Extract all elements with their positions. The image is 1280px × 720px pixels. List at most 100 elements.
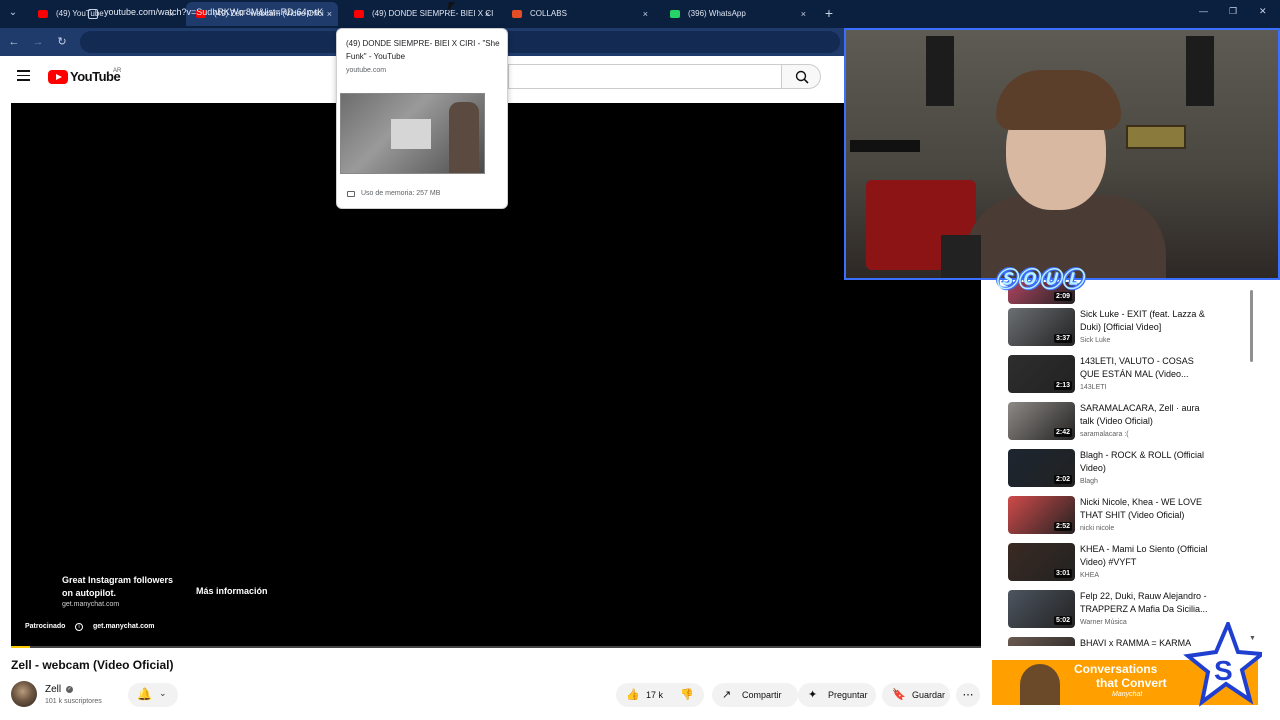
- ad-headline[interactable]: Great Instagram followers on autopilot.: [62, 574, 182, 600]
- close-tab-icon[interactable]: ×: [801, 2, 806, 26]
- bookmark-icon: 🔖: [892, 689, 906, 701]
- subscription-bell-button[interactable]: 🔔 ⌄: [128, 683, 178, 707]
- recommendation-channel[interactable]: KHEA: [1080, 572, 1099, 579]
- recommendation-channel[interactable]: 143LETI: [1080, 384, 1106, 391]
- close-tab-icon[interactable]: ×: [643, 2, 648, 26]
- svg-text:S: S: [1214, 655, 1233, 686]
- recommendation-channel[interactable]: Warner Música: [1080, 619, 1127, 626]
- save-button[interactable]: 🔖 Guardar: [882, 683, 950, 707]
- recommendation-channel[interactable]: Blagh: [1080, 478, 1098, 485]
- url-text[interactable]: youtube.com/watch?v=SudhRKWcr8M&list=RD-…: [104, 7, 323, 17]
- recommendation-channel[interactable]: nicki nicole: [1080, 525, 1114, 532]
- recommendation-item[interactable]: 2:02 Blagh - ROCK & ROLL (Official Video)…: [1006, 449, 1252, 489]
- recommendation-item[interactable]: 2:52 Nicki Nicole, Khea - WE LOVE THAT SH…: [1006, 496, 1252, 536]
- search-icon: [795, 70, 809, 84]
- channel-avatar[interactable]: [11, 681, 37, 707]
- back-arrow-icon[interactable]: ←: [6, 34, 22, 50]
- video-title: Zell - webcam (Video Oficial): [11, 658, 174, 672]
- search-button[interactable]: [781, 64, 821, 89]
- webcam-overlay: [844, 28, 1280, 280]
- recommendation-title[interactable]: SARAMALACARA, Zell · aura talk (Video Of…: [1080, 402, 1212, 428]
- streamer-hair: [996, 70, 1121, 130]
- thumbs-down-icon[interactable]: 👎: [680, 683, 694, 707]
- recommendations-list: 2:09 3:37 Sick Luke - EXIT (feat. Lazza & …: [1006, 282, 1252, 646]
- video-thumbnail[interactable]: 2:13: [1008, 355, 1075, 393]
- more-actions-icon[interactable]: ⋯: [956, 683, 980, 707]
- hamburger-menu-icon[interactable]: [17, 70, 30, 81]
- ad-sponsored-label: Patrocinado: [25, 623, 66, 630]
- thumbs-up-icon[interactable]: 👍: [626, 683, 640, 707]
- maximize-icon[interactable]: ❐: [1229, 6, 1237, 17]
- star-logo-icon: S: [1183, 622, 1262, 707]
- youtube-favicon-icon: [38, 10, 48, 18]
- verified-badge-icon: ✓: [66, 686, 73, 693]
- preview-figure: [449, 102, 479, 173]
- recommendation-title[interactable]: 143LETI, VALUTO - COSAS QUE ESTÁN MAL (V…: [1080, 355, 1212, 381]
- hover-card-domain: youtube.com: [346, 67, 387, 74]
- tab-label: COLLABS: [530, 9, 567, 18]
- recommendation-title[interactable]: Felp 22, Duki, Rauw Alejandro - TRAPPERZ…: [1080, 590, 1212, 616]
- video-thumbnail[interactable]: 2:52: [1008, 496, 1075, 534]
- ask-label: Preguntar: [828, 690, 868, 700]
- video-thumbnail[interactable]: 3:01: [1008, 543, 1075, 581]
- reload-icon[interactable]: ↻: [54, 34, 70, 50]
- ad-progress-fill: [11, 646, 31, 648]
- subscriber-count: 101 k suscriptores: [45, 698, 102, 705]
- close-tab-icon[interactable]: ×: [327, 2, 332, 26]
- share-button[interactable]: ↗ Compartir: [712, 683, 798, 707]
- video-thumbnail[interactable]: 2:02: [1008, 449, 1075, 487]
- recommendation-item[interactable]: 2:13 143LETI, VALUTO - COSAS QUE ESTÁN MA…: [1006, 355, 1252, 395]
- duration-badge: 3:37: [1053, 334, 1072, 343]
- recommendation-title[interactable]: Blagh - ROCK & ROLL (Official Video): [1080, 449, 1212, 475]
- duration-badge: 2:13: [1053, 381, 1072, 390]
- search-input[interactable]: [508, 64, 781, 89]
- recommendation-channel[interactable]: saramalacara :(: [1080, 431, 1129, 438]
- forward-arrow-icon[interactable]: →: [30, 34, 46, 50]
- ad-progress-bar[interactable]: [11, 646, 981, 648]
- recommendation-item[interactable]: 2:42 SARAMALACARA, Zell · aura talk (Vide…: [1006, 402, 1252, 442]
- hover-card-title: (49) DONDE SIEMPRE- BIEI X CIRI - "She F…: [346, 39, 500, 61]
- tab-hover-card: (49) DONDE SIEMPRE- BIEI X CIRI - "She F…: [336, 28, 508, 209]
- video-thumbnail[interactable]: 3:37: [1008, 308, 1075, 346]
- sparkle-icon: ✦: [808, 689, 818, 701]
- tab-search-chevron-icon[interactable]: ⌄: [4, 4, 22, 22]
- tab-donde-siempre[interactable]: (49) DONDE SIEMPRE- BIEI X CI ×: [344, 2, 496, 26]
- recommendation-title[interactable]: Nicki Nicole, Khea - WE LOVE THAT SHIT (…: [1080, 496, 1212, 522]
- ask-button[interactable]: ✦ Preguntar: [798, 683, 876, 707]
- country-code: AR: [113, 68, 122, 74]
- ad-more-info-button[interactable]: Más información: [187, 580, 277, 602]
- minimize-icon[interactable]: —: [1199, 6, 1208, 16]
- video-thumbnail[interactable]: 5:02: [1008, 590, 1075, 628]
- site-info-icon[interactable]: [88, 9, 98, 19]
- close-tab-icon[interactable]: ×: [485, 2, 490, 26]
- duration-badge: 5:02: [1053, 616, 1072, 625]
- duration-badge: 2:02: [1053, 475, 1072, 484]
- hover-card-preview: [340, 93, 485, 174]
- channel-name[interactable]: Zell: [45, 684, 61, 695]
- video-thumbnail[interactable]: [1008, 637, 1075, 646]
- video-thumbnail[interactable]: 2:42: [1008, 402, 1075, 440]
- acoustic-panel: [926, 36, 954, 106]
- microphone-image: [941, 235, 981, 278]
- share-icon: ↗: [722, 689, 732, 701]
- recommendation-item[interactable]: 3:01 KHEA - Mami Lo Siento (Official Vide…: [1006, 543, 1252, 583]
- ad-domain: get.manychat.com: [62, 601, 120, 608]
- sidebar-scrollbar[interactable]: [1250, 290, 1253, 362]
- banner-brand: Manychat: [1112, 691, 1143, 698]
- ad-info-icon[interactable]: i: [75, 623, 83, 631]
- recommendation-channel[interactable]: Sick Luke: [1080, 337, 1110, 344]
- ad-domain-link[interactable]: get.manychat.com: [93, 623, 154, 630]
- new-tab-button[interactable]: +: [822, 4, 836, 22]
- duration-badge: 2:52: [1053, 522, 1072, 531]
- tab-label: (49) DONDE SIEMPRE- BIEI X CI: [372, 9, 494, 18]
- recommendation-item[interactable]: 3:37 Sick Luke - EXIT (feat. Lazza & Duki…: [1006, 308, 1252, 348]
- tab-whatsapp[interactable]: (396) WhatsApp ×: [660, 2, 812, 26]
- recommendation-title[interactable]: KHEA - Mami Lo Siento (Official Video) #…: [1080, 543, 1212, 569]
- tab-collabs[interactable]: COLLABS ×: [502, 2, 654, 26]
- close-window-icon[interactable]: ✕: [1259, 6, 1267, 17]
- share-label: Compartir: [742, 690, 782, 700]
- streamer-logo-graphic: ⓈⓄⓊⓁ: [995, 267, 1084, 292]
- like-count[interactable]: 17 k: [646, 683, 663, 707]
- recommendation-title[interactable]: Sick Luke - EXIT (feat. Lazza & Duki) [O…: [1080, 308, 1212, 334]
- collabs-favicon-icon: [512, 10, 522, 18]
